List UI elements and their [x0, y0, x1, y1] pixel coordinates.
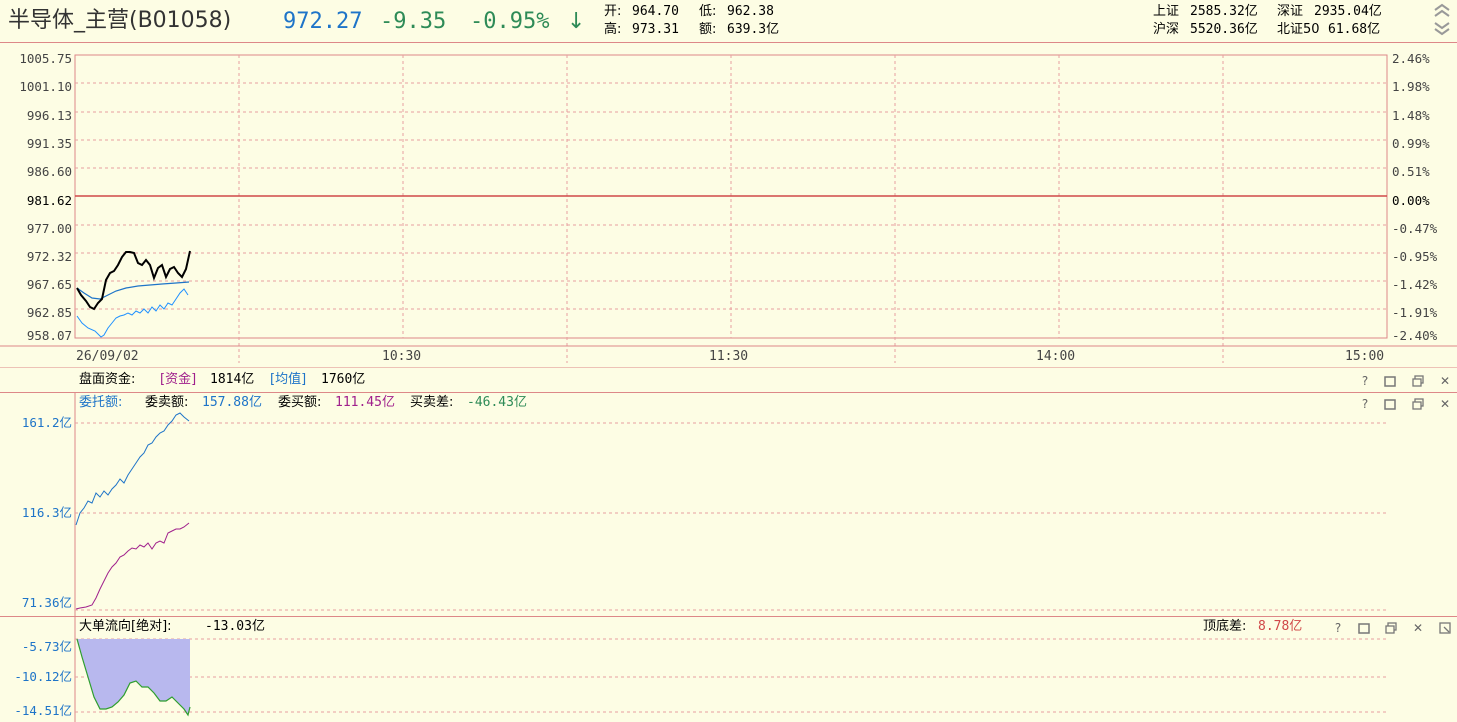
price-left-tick: 962.85 [27, 305, 72, 320]
price-right-tick: 1.98% [1392, 79, 1430, 94]
bigflow-tick-1: -10.12亿 [14, 669, 72, 684]
high-label: 高: [604, 22, 622, 37]
help-icon[interactable]: ? [1358, 374, 1372, 388]
order-chart: 161.2亿 116.3亿 71.36亿 [22, 393, 1387, 616]
time-label: 11:30 [709, 349, 748, 364]
market-sz-label: 深证 [1277, 4, 1304, 19]
open-label: 开: [604, 4, 622, 19]
price-change: -9.35 [380, 9, 447, 34]
bigflow-tick-2: -14.51亿 [14, 703, 72, 718]
chevron-double-down-icon[interactable] [1432, 20, 1452, 36]
price-right-tick: 0.99% [1392, 136, 1430, 151]
avg-value: 1760亿 [321, 372, 366, 387]
chevron-double-up-icon[interactable] [1432, 2, 1452, 18]
price-left-tick: 1001.10 [19, 79, 72, 94]
bigflow-panel: 大单流向[绝对]: -13.03亿 顶底差: 8.78亿 ? ✕ -5.73亿 … [0, 617, 1457, 722]
time-label: 15:00 [1345, 349, 1384, 364]
bigflow-chart: -5.73亿 -10.12亿 -14.51亿 [14, 617, 1387, 722]
price-left-tick: 958.07 [27, 328, 72, 343]
buy-line [75, 522, 190, 610]
flow-line [76, 288, 189, 338]
down-arrow-icon: ↓ [567, 9, 586, 34]
price-left-tick: 967.65 [27, 277, 72, 292]
price-right-tick: -2.40% [1392, 328, 1438, 343]
price-right-tick: -0.95% [1392, 249, 1438, 264]
price-line [76, 250, 191, 311]
price-left-tick: 986.60 [27, 164, 72, 179]
price-right-tick: 2.46% [1392, 51, 1430, 66]
amount-label: 额: [699, 22, 717, 37]
price-left-tick: 996.13 [27, 108, 72, 123]
sell-line [75, 412, 190, 526]
price-left-tick: 981.62 [27, 193, 72, 208]
price-right-tick: -1.91% [1392, 305, 1438, 320]
fund-value: 1814亿 [210, 372, 255, 387]
price-right-tick: -1.42% [1392, 277, 1438, 292]
price-left-tick: 991.35 [27, 136, 72, 151]
order-tick-1: 116.3亿 [22, 505, 72, 520]
order-panel: 委托额: 委卖额: 157.88亿 委买额: 111.45亿 买卖差: -46.… [0, 393, 1457, 617]
low-label: 低: [699, 4, 717, 19]
low-value: 962.38 [727, 4, 774, 19]
market-bz50-label: 北证50 [1277, 22, 1320, 37]
maximize-icon[interactable] [1411, 374, 1425, 388]
time-label: 26/09/02 [76, 349, 139, 364]
price-change-percent: -0.95% [470, 9, 550, 34]
bigflow-tick-0: -5.73亿 [22, 639, 72, 654]
order-tick-2: 71.36亿 [22, 595, 72, 610]
avg-line [76, 281, 190, 300]
restore-icon[interactable] [1383, 374, 1397, 388]
current-price: 972.27 [283, 9, 363, 34]
market-sz-value: 2935.04亿 [1314, 4, 1382, 19]
price-right-tick: 0.51% [1392, 164, 1430, 179]
price-right-tick: 1.48% [1392, 108, 1430, 123]
price-left-tick: 977.00 [27, 221, 72, 236]
price-right-tick: 0.00% [1392, 193, 1430, 208]
price-left-tick: 972.32 [27, 249, 72, 264]
price-right-tick: -0.47% [1392, 221, 1438, 236]
close-icon[interactable]: ✕ [1438, 374, 1452, 388]
market-hs-label: 沪深 [1153, 22, 1180, 37]
amount-value: 639.3亿 [727, 22, 780, 37]
market-hs-value: 5520.36亿 [1190, 22, 1258, 37]
open-value: 964.70 [632, 4, 679, 19]
page-title: 半导体_主营(B01058) [8, 8, 232, 33]
market-sh-value: 2585.32亿 [1190, 4, 1258, 19]
capital-bar: 盘面资金: [资金] 1814亿 [均值] 1760亿 ? ✕ [0, 369, 1457, 393]
market-bz50-value: 61.68亿 [1328, 22, 1381, 37]
fund-tag[interactable]: [资金] [160, 372, 196, 387]
market-sh-label: 上证 [1153, 4, 1180, 19]
avg-tag[interactable]: [均值] [270, 372, 306, 387]
time-label: 10:30 [382, 349, 421, 364]
bigflow-area [77, 639, 190, 715]
capital-label: 盘面资金: [79, 372, 136, 387]
time-label: 14:00 [1036, 349, 1075, 364]
high-value: 973.31 [632, 22, 679, 37]
price-left-tick: 1005.75 [19, 51, 72, 66]
order-tick-0: 161.2亿 [22, 415, 72, 430]
price-chart[interactable]: 1005.75 1001.10 996.13 991.35 986.60 981.62 97… [0, 43, 1457, 368]
